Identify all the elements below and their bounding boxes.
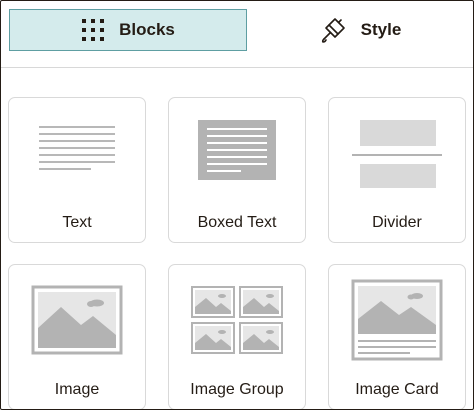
block-text[interactable]: Text bbox=[8, 97, 146, 243]
image-group-icon bbox=[169, 283, 305, 355]
blocks-grid: Text Boxed Text Divider Image Image Grou… bbox=[1, 1, 473, 409]
block-image-group[interactable]: Image Group bbox=[168, 264, 306, 409]
block-boxed-text[interactable]: Boxed Text bbox=[168, 97, 306, 243]
content-panel: Blocks Style Text Boxed Text Divider Ima… bbox=[0, 0, 474, 410]
block-image-card-label: Image Card bbox=[355, 381, 439, 398]
block-image-group-label: Image Group bbox=[190, 381, 284, 398]
block-image-label: Image bbox=[54, 381, 100, 398]
block-boxed-text-label: Boxed Text bbox=[197, 214, 277, 231]
block-image-card[interactable]: Image Card bbox=[328, 264, 466, 409]
text-lines-icon bbox=[9, 116, 145, 178]
block-divider-label: Divider bbox=[372, 214, 422, 231]
image-icon bbox=[9, 283, 145, 355]
divider-icon bbox=[329, 116, 465, 188]
block-image[interactable]: Image bbox=[8, 264, 146, 409]
block-text-label: Text bbox=[62, 214, 92, 231]
boxed-text-icon bbox=[169, 116, 305, 182]
block-divider[interactable]: Divider bbox=[328, 97, 466, 243]
image-card-icon bbox=[329, 279, 465, 361]
